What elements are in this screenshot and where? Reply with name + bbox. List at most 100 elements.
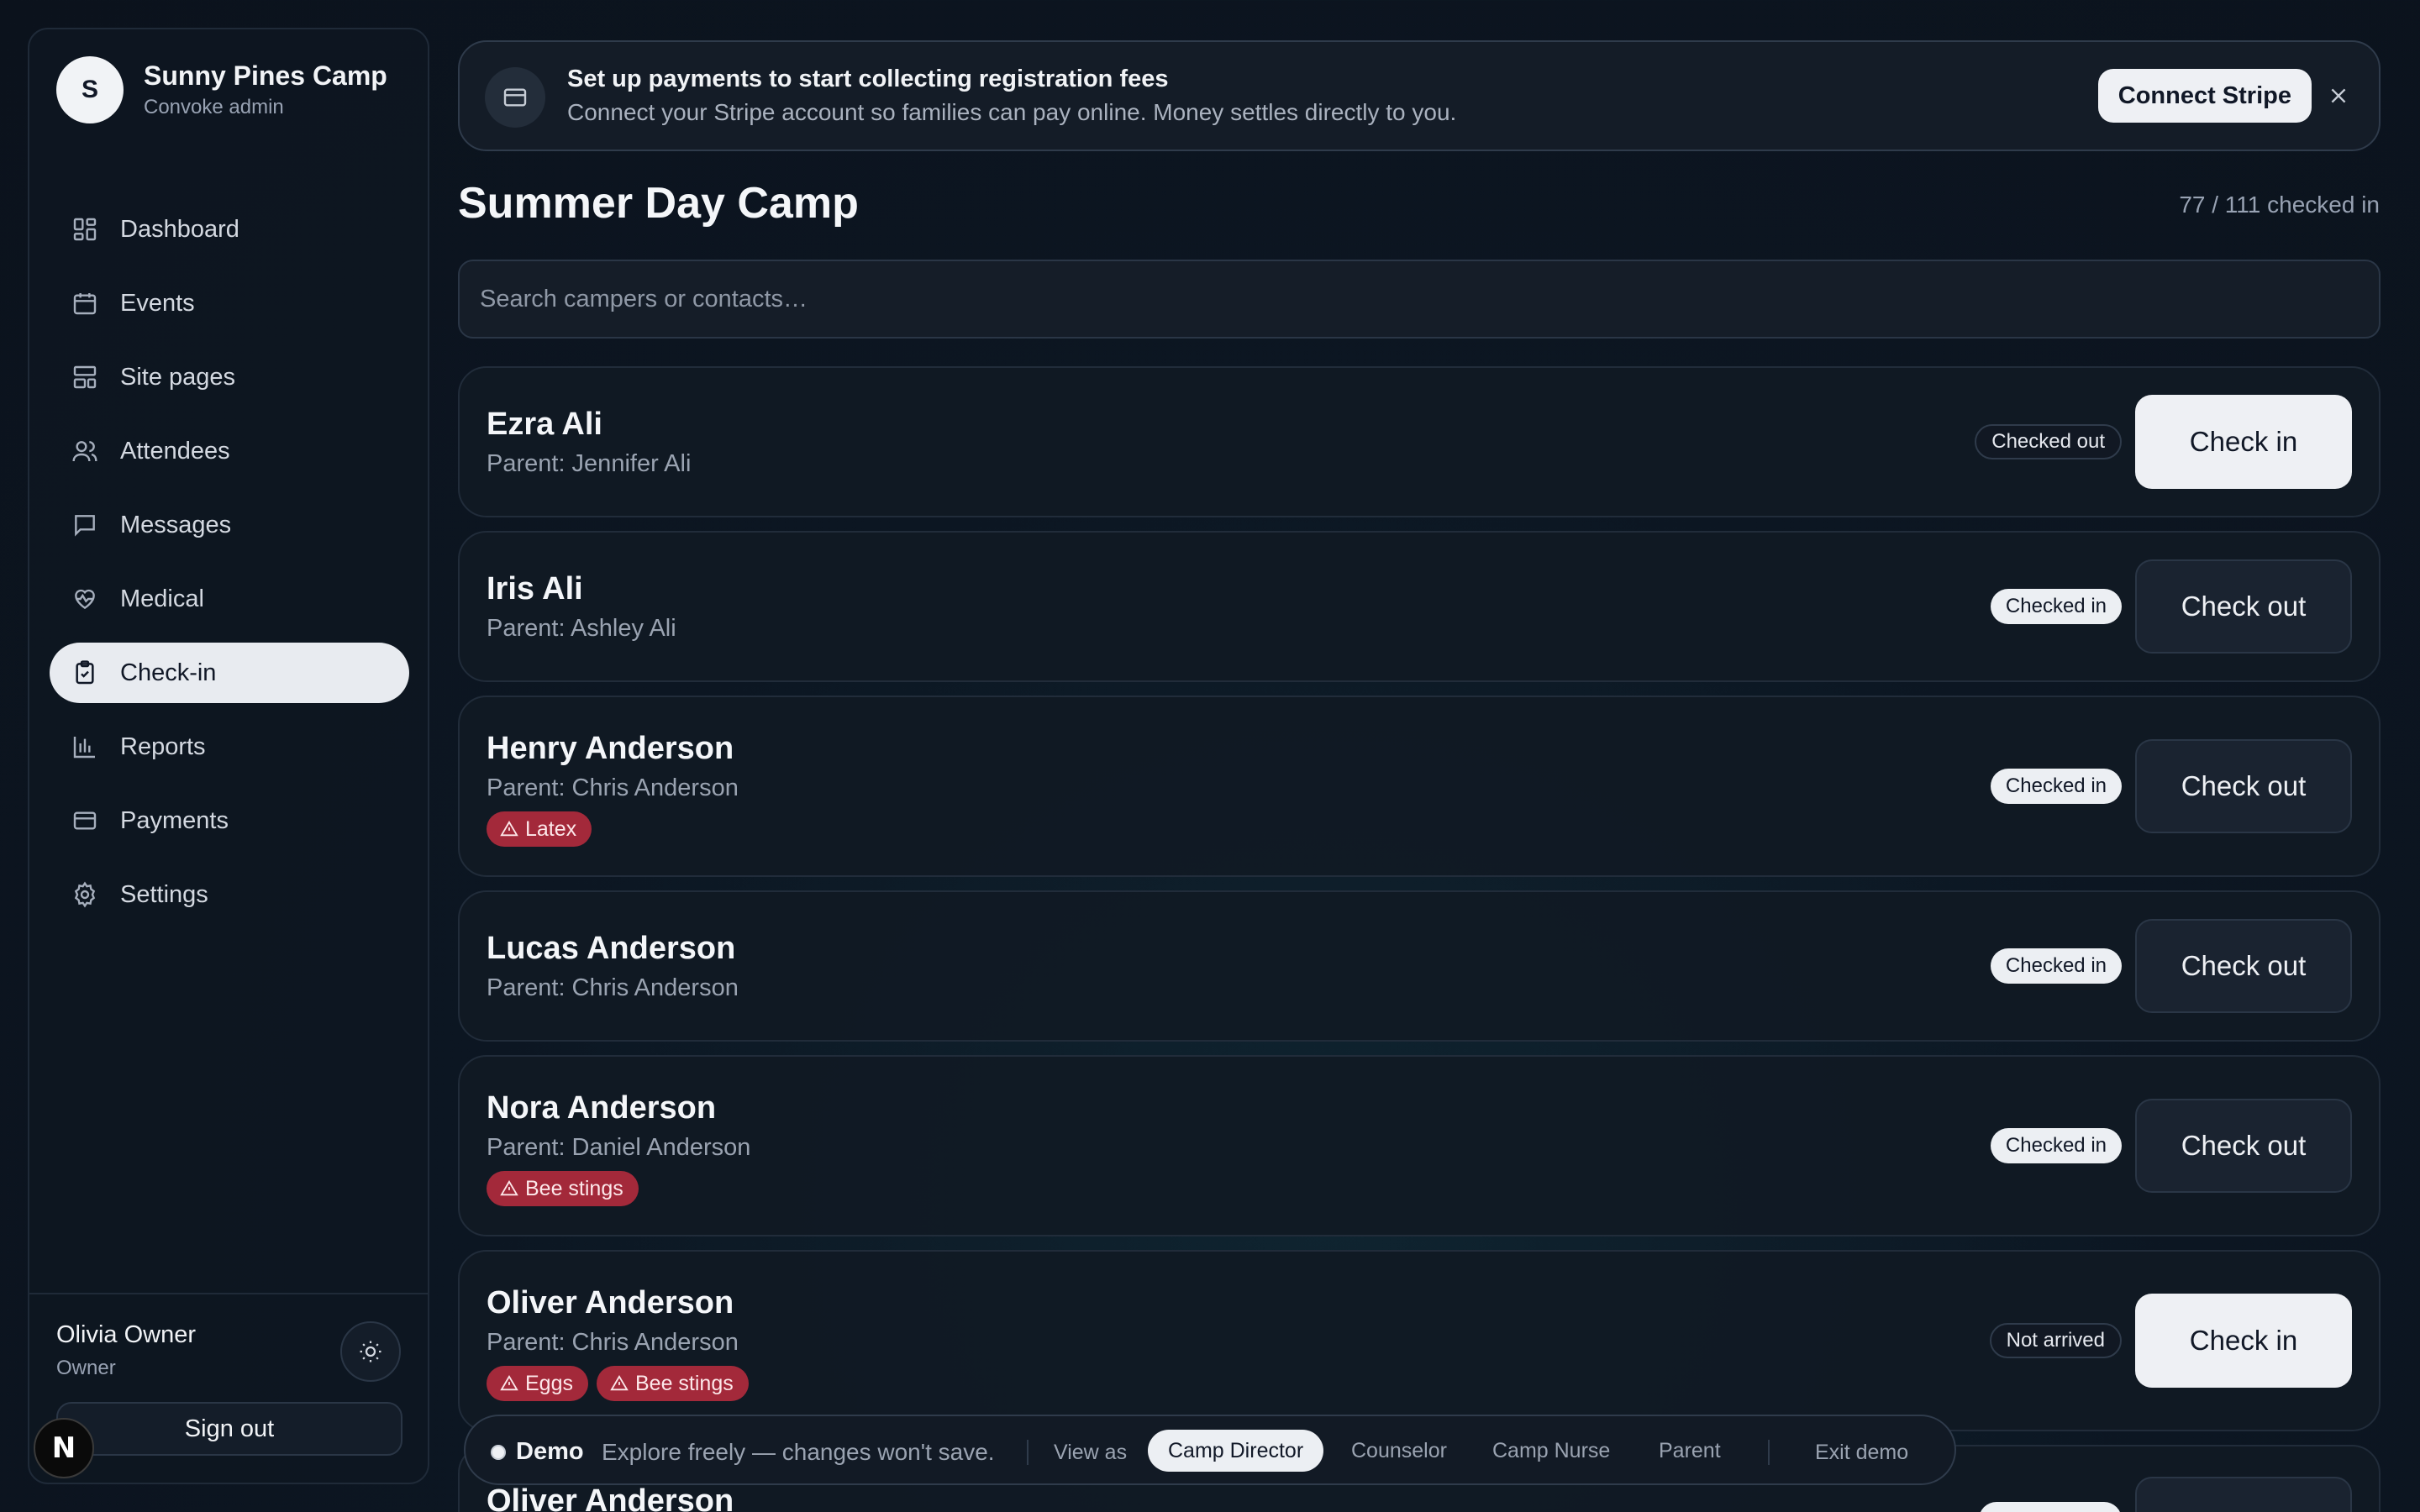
camper-row: Henry Anderson Parent: Chris Anderson La… <box>458 696 2381 877</box>
message-icon <box>71 512 98 538</box>
sidebar-item-settings[interactable]: Settings <box>50 864 409 925</box>
check-in-button[interactable]: Check in <box>2135 1294 2352 1388</box>
sidebar-item-messages[interactable]: Messages <box>50 495 409 555</box>
warning-icon <box>500 1374 518 1391</box>
role-camp-nurse[interactable]: Camp Nurse <box>1472 1430 1630 1472</box>
camper-name: Iris Ali <box>487 571 583 606</box>
sidebar-item-check-in[interactable]: Check-in <box>50 643 409 703</box>
camper-name: Oliver Anderson <box>487 1285 734 1320</box>
allergy-tags: Eggs Bee stings <box>487 1366 749 1401</box>
allergy-tag: Bee stings <box>596 1366 749 1401</box>
warning-icon <box>610 1374 629 1391</box>
divider <box>1027 1440 1028 1465</box>
check-out-button[interactable]: Check out <box>2135 559 2352 654</box>
sidebar-item-medical[interactable]: Medical <box>50 569 409 629</box>
exit-demo-button[interactable]: Exit demo <box>1815 1441 1908 1465</box>
checked-in-count: 77 / 111 checked in <box>2179 192 2380 218</box>
sidebar-item-label: Site pages <box>120 363 236 391</box>
demo-bar: Demo Explore freely — changes won't save… <box>464 1415 1956 1485</box>
connect-stripe-button[interactable]: Connect Stripe <box>2097 69 2312 123</box>
dashboard-icon <box>71 216 98 243</box>
sun-icon <box>358 1339 383 1364</box>
status-badge: Checked in <box>1990 1128 2122 1163</box>
status-badge: Checked in <box>1990 589 2122 624</box>
camper-row: Lucas Anderson Parent: Chris Anderson Ch… <box>458 890 2381 1042</box>
search-input[interactable] <box>458 260 2381 339</box>
check-out-button[interactable]: Check out <box>2135 1099 2352 1193</box>
status-badge: Checked in <box>1990 948 2122 984</box>
sidebar-item-label: Reports <box>120 732 206 760</box>
close-icon[interactable] <box>2322 79 2355 113</box>
camper-parent: Parent: Chris Anderson <box>487 974 739 1001</box>
user-name: Olivia Owner <box>56 1321 196 1348</box>
sidebar-nav: Dashboard Events Site pages Attendees Me… <box>50 199 409 938</box>
org-avatar: S <box>56 56 124 123</box>
theme-toggle-button[interactable] <box>340 1321 401 1382</box>
camper-name: Nora Anderson <box>487 1090 717 1126</box>
user-role: Owner <box>56 1357 116 1379</box>
allergy-tag: Eggs <box>487 1366 588 1401</box>
sidebar-item-label: Messages <box>120 511 232 538</box>
sidebar-item-label: Medical <box>120 585 204 612</box>
status-badge: Not arrived <box>1989 1323 2122 1358</box>
sidebar-item-site-pages[interactable]: Site pages <box>50 347 409 407</box>
sidebar-item-label: Check-in <box>120 659 217 686</box>
role-camp-director[interactable]: Camp Director <box>1148 1430 1324 1472</box>
sidebar-item-reports[interactable]: Reports <box>50 717 409 777</box>
banner-subtitle: Connect your Stripe account so families … <box>567 99 1457 125</box>
brand: S Sunny Pines Camp Convoke admin <box>56 56 387 123</box>
check-out-button[interactable]: Check out <box>2135 739 2352 833</box>
sidebar-item-label: Events <box>120 289 195 317</box>
sidebar-item-events[interactable]: Events <box>50 273 409 333</box>
banner-title: Set up payments to start collecting regi… <box>567 66 1169 92</box>
camper-parent: Parent: Chris Anderson <box>487 1329 739 1356</box>
status-badge <box>1979 1502 2122 1512</box>
warning-icon <box>500 820 518 837</box>
allergy-tags: Latex <box>487 811 592 847</box>
warning-icon <box>500 1179 518 1196</box>
camper-parent: Parent: Ashley Ali <box>487 615 676 642</box>
sign-out-button[interactable]: Sign out <box>56 1402 402 1456</box>
check-out-button[interactable] <box>2135 1477 2352 1512</box>
sidebar-item-label: Settings <box>120 880 208 908</box>
camper-row: Nora Anderson Parent: Daniel Anderson Be… <box>458 1055 2381 1236</box>
camper-parent: Parent: Jennifer Ali <box>487 450 692 477</box>
demo-message: Explore freely — changes won't save. <box>602 1439 995 1465</box>
page-title: Summer Day Camp <box>458 179 859 228</box>
allergy-tags: Bee stings <box>487 1171 639 1206</box>
org-role: Convoke admin <box>144 96 284 118</box>
divider <box>1768 1440 1770 1465</box>
sidebar: S Sunny Pines Camp Convoke admin Dashboa… <box>28 28 429 1484</box>
camper-name: Oliver Anderson <box>487 1483 734 1512</box>
sidebar-item-attendees[interactable]: Attendees <box>50 421 409 481</box>
view-as-label: View as <box>1054 1441 1128 1464</box>
org-name: Sunny Pines Camp <box>144 60 387 91</box>
bar-chart-icon <box>71 733 98 760</box>
credit-card-icon <box>71 807 98 834</box>
role-parent[interactable]: Parent <box>1639 1430 1741 1472</box>
status-badge: Checked in <box>1990 769 2122 804</box>
layout-icon <box>71 364 98 391</box>
sidebar-item-label: Payments <box>120 806 229 834</box>
status-badge: Checked out <box>1975 424 2122 459</box>
camper-name: Ezra Ali <box>487 407 602 442</box>
check-out-button[interactable]: Check out <box>2135 919 2352 1013</box>
sidebar-item-label: Attendees <box>120 437 230 465</box>
clipboard-check-icon <box>71 659 98 686</box>
nextjs-dev-badge[interactable]: N <box>34 1418 94 1478</box>
payments-setup-banner: Set up payments to start collecting regi… <box>458 40 2381 151</box>
users-icon <box>71 438 98 465</box>
camper-parent: Parent: Chris Anderson <box>487 774 739 801</box>
role-counselor[interactable]: Counselor <box>1331 1430 1467 1472</box>
sidebar-item-label: Dashboard <box>120 215 239 243</box>
sidebar-item-dashboard[interactable]: Dashboard <box>50 199 409 260</box>
camper-row: Oliver Anderson Parent: Chris Anderson E… <box>458 1250 2381 1431</box>
calendar-icon <box>71 290 98 317</box>
check-in-button[interactable]: Check in <box>2135 395 2352 489</box>
demo-indicator-icon <box>491 1445 506 1460</box>
camper-row: Iris Ali Parent: Ashley Ali Checked in C… <box>458 531 2381 682</box>
allergy-tag: Latex <box>487 811 592 847</box>
camper-parent: Parent: Daniel Anderson <box>487 1134 751 1161</box>
allergy-tag: Bee stings <box>487 1171 639 1206</box>
sidebar-item-payments[interactable]: Payments <box>50 790 409 851</box>
